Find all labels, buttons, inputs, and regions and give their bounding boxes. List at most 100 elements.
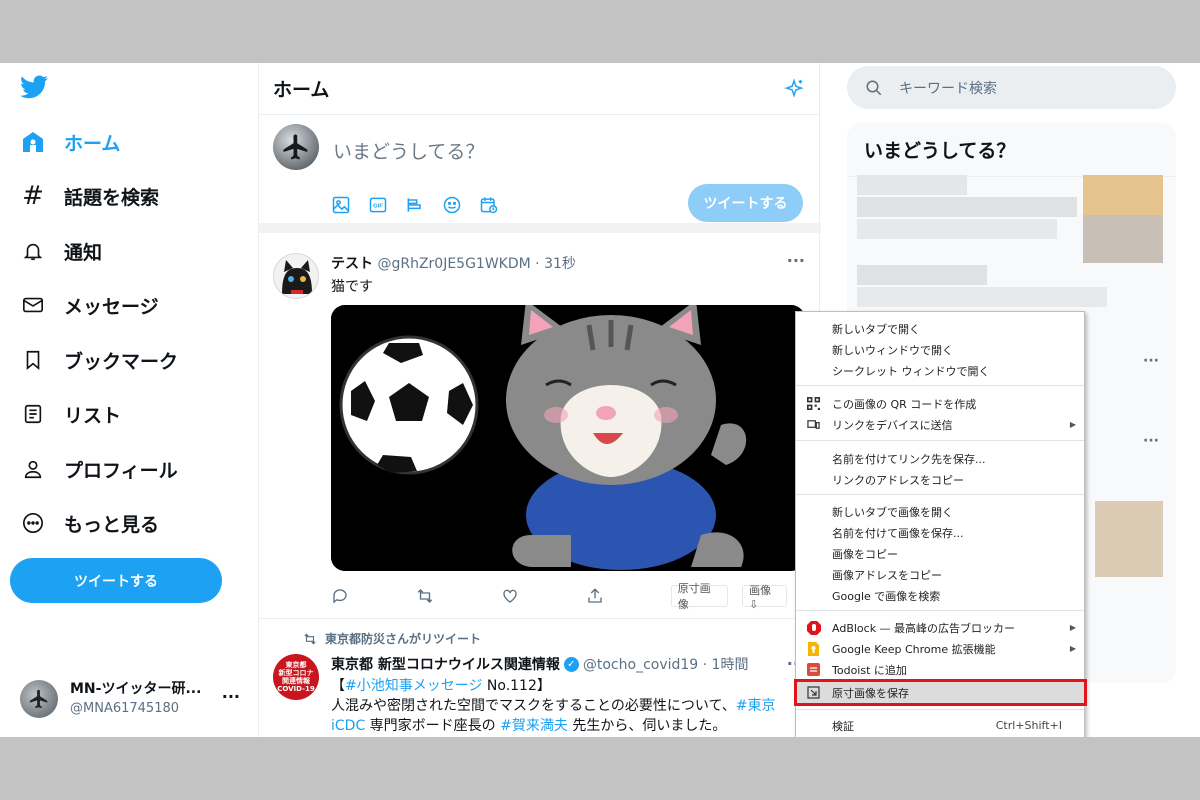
nav-explore[interactable]: # 話題を検索 bbox=[20, 176, 159, 216]
tweet[interactable]: テスト @gRhZr0JE5G1WKDM · 31秒 ··· 猫です 原寸画像 … bbox=[259, 241, 821, 619]
menu-send-to-device[interactable]: リンクをデバイスに送信 ▶ bbox=[796, 414, 1084, 435]
menu-label: 原寸画像を保存 bbox=[832, 686, 909, 700]
airplane-icon bbox=[283, 134, 308, 160]
avatar[interactable]: 東京都 新型コロナ 関連情報 COVID-19 bbox=[273, 654, 319, 700]
avatar[interactable] bbox=[273, 253, 319, 299]
schedule-icon[interactable] bbox=[477, 193, 501, 217]
menu-open-new-window[interactable]: 新しいウィンドウで開く bbox=[796, 339, 1084, 360]
nav-label: ブックマーク bbox=[64, 350, 179, 373]
search-input[interactable]: キーワード検索 bbox=[847, 66, 1176, 109]
submenu-arrow-icon: ▶ bbox=[1069, 644, 1076, 653]
compose-input[interactable]: いまどうしてる？ bbox=[333, 137, 484, 164]
menu-divider bbox=[796, 610, 1084, 611]
menu-label: リンクのアドレスをコピー bbox=[832, 473, 964, 487]
blurred-thumbnail bbox=[1095, 501, 1163, 577]
cat-soccer-illustration bbox=[331, 305, 805, 571]
nav-home[interactable]: ホーム bbox=[20, 122, 120, 162]
tweet-text-segment: 人混みや密閉された空間でマスクをすることの必要性について、 bbox=[331, 698, 736, 714]
bookmark-icon bbox=[20, 347, 46, 373]
twitter-window: ホーム # 話題を検索 通知 メッセージ ブックマーク リスト プロフィール も bbox=[0, 63, 1200, 737]
menu-label: シークレット ウィンドウで開く bbox=[832, 364, 990, 378]
menu-label: 画像をコピー bbox=[832, 547, 898, 561]
menu-copy-image[interactable]: 画像をコピー bbox=[796, 543, 1084, 564]
tweet-text-segment: No.112】 bbox=[482, 678, 551, 694]
hashtag-link[interactable]: #小池知事メッセージ bbox=[345, 678, 482, 694]
tweet[interactable]: 東京都防災さんがリツイート 東京都 新型コロナ 関連情報 COVID-19 東京… bbox=[259, 620, 821, 737]
nav-label: ホーム bbox=[64, 132, 121, 155]
image-icon[interactable] bbox=[329, 193, 353, 217]
retweet-icon[interactable] bbox=[416, 585, 501, 607]
hashtag-icon: # bbox=[22, 181, 44, 211]
menu-shortcut: Ctrl+Shift+I bbox=[995, 719, 1062, 732]
compose-tweet-button[interactable]: ツイートする bbox=[688, 184, 803, 222]
device-send-icon bbox=[806, 417, 821, 432]
original-image-button[interactable]: 原寸画像 bbox=[670, 582, 729, 611]
menu-divider bbox=[796, 385, 1084, 386]
more-circle-icon bbox=[20, 510, 46, 536]
menu-label: AdBlock — 最高峰の広告ブロッカー bbox=[832, 621, 1016, 635]
menu-save-original-image[interactable]: 原寸画像を保存 bbox=[796, 682, 1084, 703]
trends-title: いまどうしてる？ bbox=[847, 123, 1176, 177]
menu-copy-image-address[interactable]: 画像アドレスをコピー bbox=[796, 564, 1084, 585]
menu-inspect[interactable]: 検証 Ctrl+Shift+I bbox=[796, 715, 1084, 736]
author-meta: @tocho_covid19 · 1時間 bbox=[582, 657, 749, 673]
poll-icon[interactable] bbox=[403, 193, 427, 217]
menu-open-image-new-tab[interactable]: 新しいタブで画像を開く bbox=[796, 501, 1084, 522]
account-handle: @MNA61745180 bbox=[70, 701, 180, 716]
nav-label: プロフィール bbox=[64, 459, 178, 482]
menu-adblock[interactable]: AdBlock — 最高峰の広告ブロッカー ▶ bbox=[796, 617, 1084, 638]
nav-messages[interactable]: メッセージ bbox=[20, 285, 159, 325]
nav-lists[interactable]: リスト bbox=[20, 394, 121, 434]
person-icon bbox=[20, 456, 46, 482]
menu-divider bbox=[796, 494, 1084, 495]
menu-google-keep[interactable]: Google Keep Chrome 拡張機能 ▶ bbox=[796, 638, 1084, 659]
emoji-icon[interactable] bbox=[440, 193, 464, 217]
menu-save-image-as[interactable]: 名前を付けて画像を保存... bbox=[796, 522, 1084, 543]
nav-label: メッセージ bbox=[64, 295, 159, 318]
account-switcher[interactable]: MN-ツイッター研... @MNA61745180 ··· bbox=[20, 675, 240, 723]
trend-more-icon[interactable]: ··· bbox=[1143, 353, 1159, 369]
hashtag-link[interactable]: #賀来満夫 bbox=[500, 718, 568, 734]
share-icon[interactable] bbox=[586, 585, 671, 607]
twitter-bird-icon[interactable] bbox=[20, 75, 48, 99]
verified-badge-icon: ✓ bbox=[563, 656, 579, 672]
author-name[interactable]: テスト bbox=[331, 256, 373, 272]
tweet-more-icon[interactable]: ··· bbox=[787, 251, 805, 270]
author-name[interactable]: 東京都 新型コロナウイルス関連情報 bbox=[331, 654, 560, 674]
menu-label: 新しいウィンドウで開く bbox=[832, 343, 953, 357]
tweet-image[interactable] bbox=[331, 305, 805, 571]
menu-label: 名前を付けて画像を保存... bbox=[832, 526, 964, 540]
sparkle-icon[interactable] bbox=[783, 77, 805, 100]
reply-icon[interactable] bbox=[331, 585, 416, 607]
svg-text:GIF: GIF bbox=[373, 204, 383, 210]
image-download-button[interactable]: 画像⇩ bbox=[742, 584, 787, 611]
avatar bbox=[20, 680, 58, 718]
avatar-text: 新型コロナ bbox=[278, 669, 314, 677]
nav-bookmarks[interactable]: ブックマーク bbox=[20, 340, 178, 380]
menu-search-image-google[interactable]: Google で画像を検索 bbox=[796, 585, 1084, 606]
menu-open-incognito[interactable]: シークレット ウィンドウで開く bbox=[796, 360, 1084, 381]
compose-toolbar: GIF bbox=[329, 193, 501, 217]
search-placeholder: キーワード検索 bbox=[899, 80, 997, 97]
tweet-button[interactable]: ツイートする bbox=[10, 558, 222, 603]
trend-more-icon[interactable]: ··· bbox=[1143, 433, 1159, 449]
nav-profile[interactable]: プロフィール bbox=[20, 449, 178, 489]
menu-label: 名前を付けてリンク先を保存... bbox=[832, 452, 986, 466]
menu-open-new-tab[interactable]: 新しいタブで開く bbox=[796, 318, 1084, 339]
like-icon[interactable] bbox=[501, 585, 586, 607]
menu-label: Google Keep Chrome 拡張機能 bbox=[832, 642, 996, 656]
menu-save-link-as[interactable]: 名前を付けてリンク先を保存... bbox=[796, 448, 1084, 469]
gif-icon[interactable]: GIF bbox=[366, 193, 390, 217]
nav-notifications[interactable]: 通知 bbox=[20, 231, 102, 271]
menu-label: 画像アドレスをコピー bbox=[832, 568, 942, 582]
menu-divider bbox=[796, 709, 1084, 710]
menu-copy-link[interactable]: リンクのアドレスをコピー bbox=[796, 469, 1084, 490]
blurred-text bbox=[857, 265, 987, 285]
menu-todoist[interactable]: Todoist に追加 bbox=[796, 659, 1084, 680]
menu-label: 新しいタブで開く bbox=[832, 322, 920, 336]
menu-create-qr[interactable]: この画像の QR コードを作成 bbox=[796, 393, 1084, 414]
nav-more[interactable]: もっと見る bbox=[20, 503, 159, 543]
blurred-text bbox=[857, 287, 1107, 307]
retweet-label[interactable]: 東京都防災さんがリツイート bbox=[325, 630, 481, 647]
more-icon[interactable]: ··· bbox=[222, 687, 240, 706]
